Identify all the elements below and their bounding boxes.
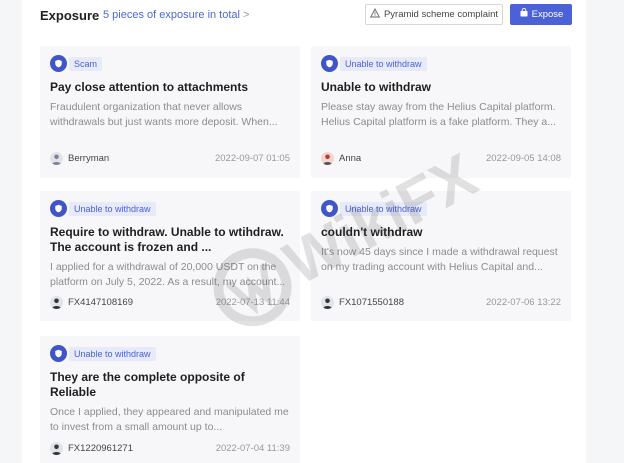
post-date: 2022-07-13 11:44	[215, 296, 290, 308]
card-footer: Berryman 2022-09-07 01:05	[50, 150, 290, 166]
exposure-card[interactable]: Unable to withdraw Require to withdraw. …	[40, 191, 300, 321]
exposure-card[interactable]: Unable to withdraw They are the complete…	[40, 336, 300, 463]
avatar	[50, 295, 63, 309]
card-body: Fraudulent organization that never allow…	[50, 101, 278, 128]
exposure-card[interactable]: Scam Pay close attention to attachments …	[40, 46, 300, 178]
exposure-card[interactable]: Unable to withdraw Unable to withdraw Pl…	[311, 46, 571, 178]
avatar	[321, 151, 334, 165]
chevron-right-icon: >	[242, 9, 250, 21]
card-tag-label: Unable to withdraw	[340, 201, 427, 216]
card-tag-label: Unable to withdraw	[69, 201, 156, 216]
shield-icon	[321, 200, 338, 217]
card-footer: Anna 2022-09-05 14:08	[321, 150, 561, 166]
avatar	[50, 151, 63, 165]
card-body: Please stay away from the Helius Capital…	[321, 101, 556, 128]
card-title: Unable to withdraw	[321, 80, 432, 94]
post-date: 2022-09-05 14:08	[485, 152, 561, 164]
post-date: 2022-07-04 11:39	[215, 442, 290, 454]
card-tag: Unable to withdraw	[50, 200, 156, 217]
avatar	[50, 441, 63, 455]
author-name: Berryman	[68, 152, 110, 164]
card-tag-label: Unable to withdraw	[340, 56, 427, 71]
pyramid-complaint-button[interactable]: Pyramid scheme complaint	[365, 4, 503, 25]
card-title: They are the complete opposite of Reliab…	[50, 370, 245, 399]
section-title: Exposure	[40, 8, 100, 23]
card-footer: FX1220961271 2022-07-04 11:39	[50, 440, 290, 456]
expose-label: Expose	[531, 9, 564, 20]
card-tag: Scam	[50, 55, 103, 72]
pyramid-complaint-label: Pyramid scheme complaint	[383, 9, 499, 20]
exposure-count-link[interactable]: 5 pieces of exposure in total >	[103, 9, 249, 21]
card-body: Once I applied, they appeared and manipu…	[50, 406, 289, 433]
author-name: FX1071550188	[339, 296, 404, 308]
card-footer: FX1071550188 2022-07-06 13:22	[321, 294, 561, 310]
card-body: I applied for a withdrawal of 20,000 USD…	[50, 261, 286, 288]
avatar	[321, 295, 334, 309]
post-date: 2022-07-06 13:22	[485, 296, 561, 308]
card-tag-label: Unable to withdraw	[69, 346, 156, 361]
exposure-count-text: 5 pieces of exposure in total	[103, 9, 240, 21]
author-name: FX4147108169	[68, 296, 133, 308]
shield-icon	[50, 200, 67, 217]
card-footer: FX4147108169 2022-07-13 11:44	[50, 294, 290, 310]
card-title: Pay close attention to attachments	[50, 80, 249, 94]
card-tag: Unable to withdraw	[50, 345, 156, 362]
author-name: FX1220961271	[68, 442, 133, 454]
post-date: 2022-09-07 01:05	[214, 152, 290, 164]
warning-icon	[369, 8, 381, 21]
card-tag: Unable to withdraw	[321, 200, 427, 217]
author-name: Anna	[339, 152, 362, 164]
exposure-header: Exposure 5 pieces of exposure in total > …	[40, 0, 576, 32]
shield-icon	[50, 345, 67, 362]
card-title: Require to withdraw. Unable to wtihdraw.…	[50, 225, 284, 254]
card-body: It's now 45 days since I made a withdraw…	[321, 246, 558, 273]
exposure-card[interactable]: Unable to withdraw couldn't withdraw It'…	[311, 191, 571, 321]
shield-icon	[321, 55, 338, 72]
card-tag-label: Scam	[69, 56, 103, 71]
exposure-panel: Exposure 5 pieces of exposure in total > …	[22, 0, 586, 463]
expose-button[interactable]: Expose	[510, 4, 572, 25]
card-tag: Unable to withdraw	[321, 55, 427, 72]
expose-icon	[519, 7, 529, 21]
shield-icon	[50, 55, 67, 72]
card-title: couldn't withdraw	[321, 225, 423, 239]
